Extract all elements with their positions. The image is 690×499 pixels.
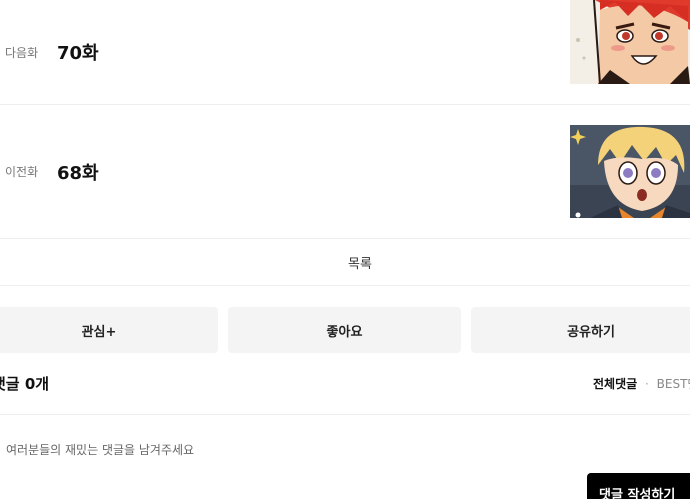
share-button[interactable]: 공유하기 bbox=[471, 307, 690, 353]
tab-all-comments[interactable]: 전체댓글 bbox=[593, 377, 637, 391]
comment-input[interactable]: 여러분들의 재밌는 댓글을 남겨주세요 bbox=[6, 441, 194, 458]
previous-episode-row[interactable]: 이전화 68화 bbox=[0, 105, 690, 239]
episode-list-button[interactable]: 목록 bbox=[0, 240, 690, 286]
like-button[interactable]: 좋아요 bbox=[228, 307, 461, 353]
comments-count: 댓글 0개 bbox=[0, 375, 50, 393]
next-episode-row[interactable]: 다음화 70화 bbox=[0, 0, 690, 105]
next-episode-title[interactable]: 70화 bbox=[57, 39, 99, 65]
tab-best-comments[interactable]: BEST댓글 bbox=[657, 377, 690, 391]
write-comment-button[interactable]: 댓글 작성하기 bbox=[587, 473, 690, 499]
next-episode-thumbnail[interactable] bbox=[570, 0, 690, 84]
interest-button[interactable]: 관심+ bbox=[0, 307, 218, 353]
tab-separator: · bbox=[645, 377, 649, 391]
comments-header: 댓글 0개 전체댓글 · BEST댓글 bbox=[0, 367, 690, 415]
next-episode-tag: 다음화 bbox=[5, 45, 39, 60]
comment-sort-tabs: 전체댓글 · BEST댓글 bbox=[593, 375, 690, 392]
previous-episode-title[interactable]: 68화 bbox=[57, 159, 99, 185]
episode-page: 다음화 70화 이전화 68화 목록 관심+ 좋아요 공유하기 글 0개 전체댓… bbox=[0, 0, 690, 499]
episode-list-label: 목록 bbox=[348, 257, 372, 272]
previous-episode-tag: 이전화 bbox=[5, 165, 39, 179]
previous-episode-thumbnail[interactable] bbox=[570, 125, 690, 218]
